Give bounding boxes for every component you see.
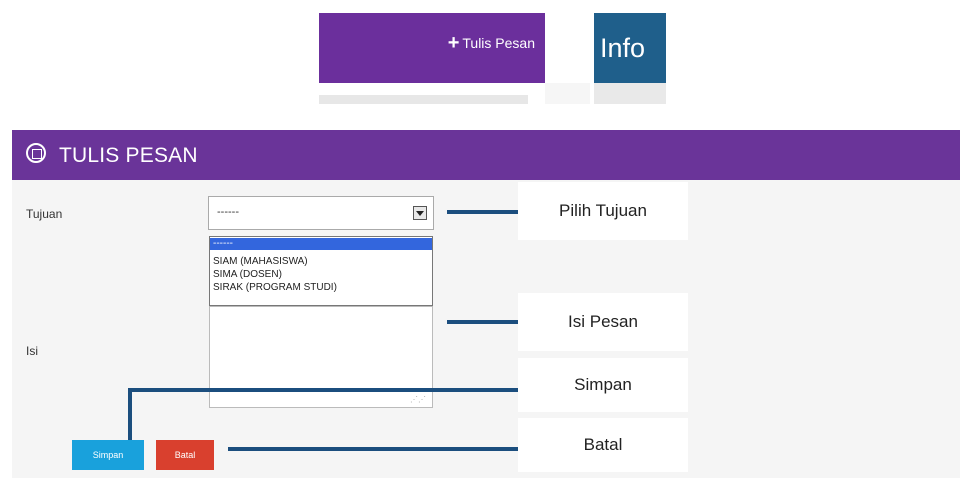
isi-textarea[interactable]: ⋰⋰ (209, 306, 433, 408)
isi-label: Isi (26, 344, 38, 358)
option-sima[interactable]: SIMA (DOSEN) (210, 269, 432, 281)
compose-panel: TULIS PESAN (12, 130, 960, 478)
callout-pilih-tujuan: Pilih Tujuan (518, 182, 688, 240)
tujuan-dropdown: ------ SIAM (MAHASISWA) SIMA (DOSEN) SIR… (209, 236, 433, 306)
option-empty[interactable]: ------ (210, 238, 432, 250)
tujuan-label: Tujuan (26, 207, 63, 221)
chevron-down-icon[interactable] (413, 206, 427, 220)
connector-line (447, 210, 518, 214)
message-icon (26, 143, 46, 163)
tujuan-select[interactable]: ------ (208, 196, 434, 230)
tab-underline (594, 83, 666, 104)
callout-batal: Batal (518, 418, 688, 472)
connector-line (447, 320, 518, 324)
connector-line (128, 388, 518, 392)
tujuan-select-value: ------ (217, 206, 239, 218)
plus-icon: + (447, 32, 460, 54)
save-button[interactable]: Simpan (72, 440, 144, 470)
connector-line (128, 388, 132, 440)
panel-title: TULIS PESAN (59, 144, 198, 167)
tab-tulis-pesan[interactable]: + Tulis Pesan (319, 13, 545, 83)
connector-line (228, 447, 518, 451)
tab-tulis-pesan-label: Tulis Pesan (462, 35, 535, 51)
panel-header: TULIS PESAN (12, 130, 960, 180)
option-sirak[interactable]: SIRAK (PROGRAM STUDI) (210, 282, 432, 294)
callout-simpan: Simpan (518, 358, 688, 412)
tab-underline (545, 83, 590, 104)
tab-info[interactable]: Info (594, 13, 666, 83)
resize-handle-icon[interactable]: ⋰⋰ (410, 395, 426, 404)
cancel-button[interactable]: Batal (156, 440, 214, 470)
tab-info-label: Info (600, 33, 646, 63)
tab-underline (319, 95, 528, 104)
callout-isi-pesan: Isi Pesan (518, 293, 688, 351)
option-siam[interactable]: SIAM (MAHASISWA) (210, 256, 432, 268)
